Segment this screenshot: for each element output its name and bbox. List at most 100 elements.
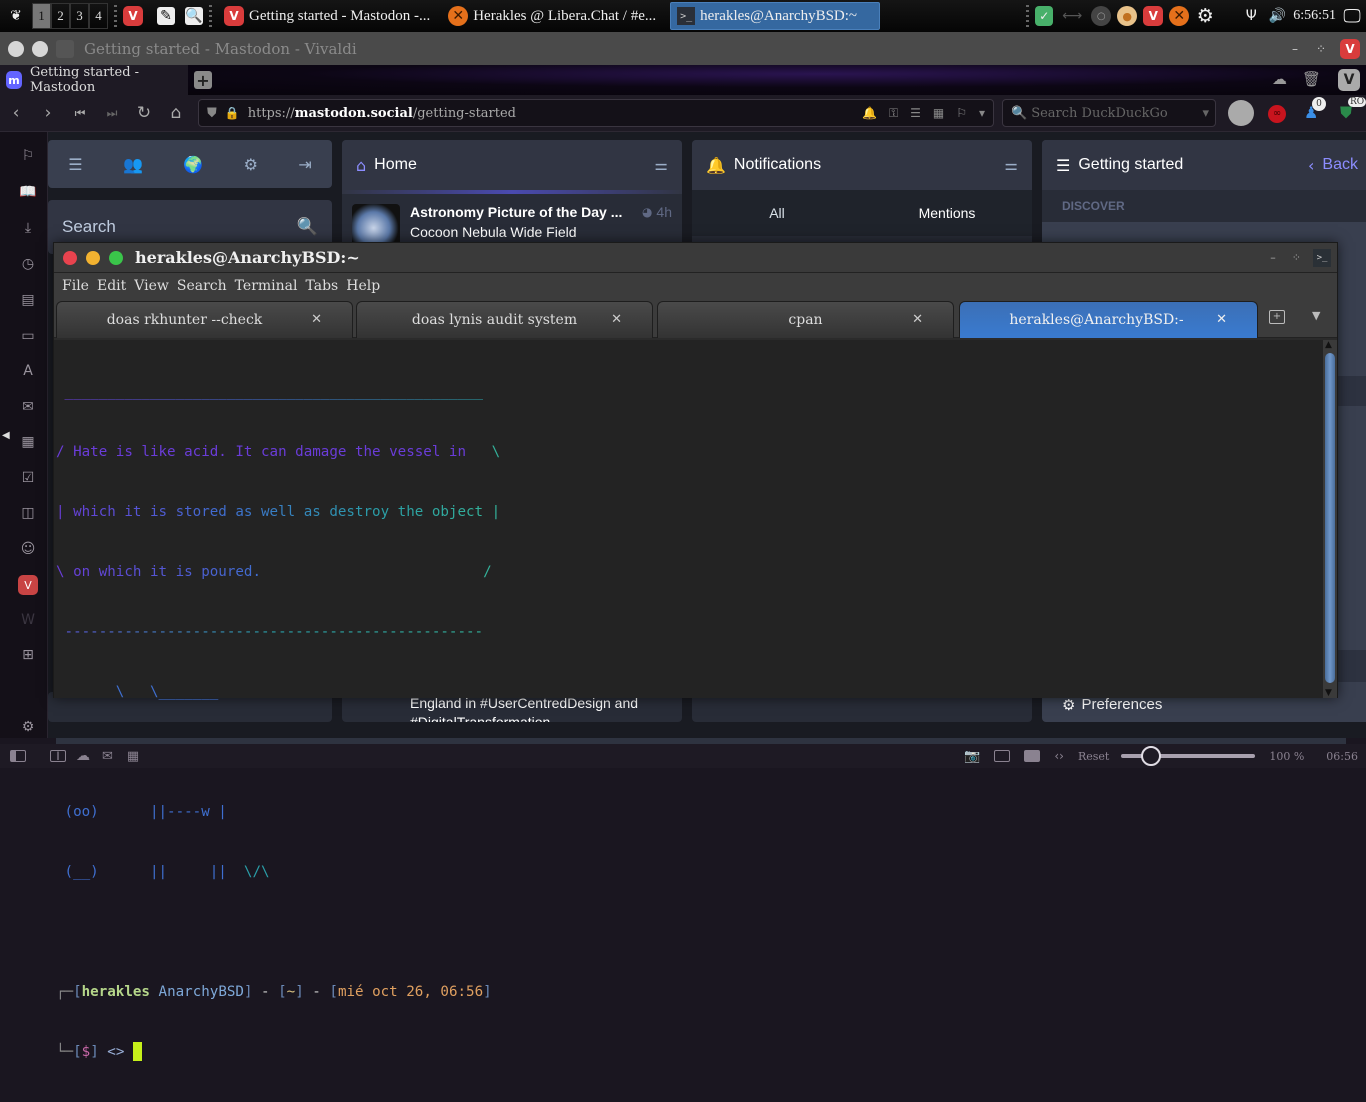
forward-button[interactable]: › — [32, 97, 64, 129]
maximize-icon[interactable]: ⁘ — [1292, 251, 1301, 264]
menu-help[interactable]: Help — [342, 278, 384, 294]
calendar-status-icon[interactable]: ▦ — [127, 749, 139, 764]
show-desktop-icon[interactable]: 🖵 — [1342, 6, 1362, 27]
images-icon[interactable] — [1024, 750, 1041, 762]
dropdown-icon[interactable]: ▾ — [979, 106, 985, 121]
mail-icon[interactable]: ✉ — [18, 397, 38, 417]
back-chevron-icon[interactable]: ‹ — [1308, 156, 1314, 175]
status-time[interactable]: 4h — [656, 204, 672, 220]
search-icon[interactable]: 🔍 — [297, 217, 318, 237]
shield-icon[interactable]: ⛊ — [207, 106, 217, 121]
rewind-button[interactable]: ⏮ — [64, 97, 96, 129]
menu-file[interactable]: File — [58, 278, 93, 294]
panel-toggle-icon[interactable] — [10, 750, 26, 762]
column-settings-icon[interactable]: ⚌ — [655, 156, 668, 174]
extension-red-icon[interactable]: ∞ — [1268, 105, 1286, 123]
record-icon[interactable]: ○ — [1091, 6, 1112, 26]
close-tab-icon[interactable]: ✕ — [311, 312, 322, 327]
notification-bell-icon[interactable]: 🔔 — [862, 106, 877, 121]
terminal-tab[interactable]: doas rkhunter --check ✕ — [56, 301, 353, 338]
network-arrows-icon[interactable]: ⟷ — [1059, 6, 1085, 26]
bulb-icon[interactable]: ● — [1117, 6, 1138, 26]
capture-icon[interactable]: 📷 — [964, 749, 980, 764]
url-field[interactable]: ⛊ 🔒 https://mastodon.social/getting-star… — [198, 99, 994, 127]
workspace-3[interactable]: 3 — [70, 3, 89, 29]
wikipedia-icon[interactable]: W — [18, 610, 38, 630]
vivaldi-launcher-icon[interactable]: V — [123, 6, 143, 26]
new-tab-button[interactable]: + — [194, 71, 212, 90]
shield-check-icon[interactable]: ✓ — [1035, 6, 1054, 26]
workspace-1[interactable]: 1 — [32, 3, 51, 29]
volume-icon[interactable]: 🔊 — [1267, 6, 1287, 26]
zoom-slider-thumb[interactable] — [1140, 746, 1161, 766]
zoom-reset-button[interactable]: Reset — [1078, 750, 1109, 763]
task-vivaldi[interactable]: V Getting started - Mastodon -... — [218, 2, 436, 30]
chevron-down-icon[interactable]: ▾ — [1202, 106, 1209, 121]
menu-icon[interactable]: ☰ — [68, 155, 82, 174]
tab-list-dropdown-icon[interactable]: ▼ — [1312, 309, 1320, 322]
maximize-button[interactable] — [109, 250, 123, 265]
vivaldi-menu-icon[interactable]: V — [1340, 38, 1360, 59]
gear-icon[interactable]: ⚙ — [1195, 5, 1215, 27]
close-button[interactable] — [63, 250, 77, 265]
feeds-icon[interactable]: ◫ — [18, 503, 38, 523]
search-launcher-icon[interactable]: 🔍 — [185, 7, 203, 25]
terminal-tab[interactable]: doas lynis audit system ✕ — [356, 301, 653, 338]
globe-icon[interactable]: 🌍 — [183, 155, 203, 174]
editor-launcher-icon[interactable]: ✎ — [157, 7, 175, 25]
menu-terminal[interactable]: Terminal — [231, 278, 302, 294]
tasks-icon[interactable]: ☑ — [18, 468, 38, 488]
add-panel-icon[interactable]: ⊞ — [18, 645, 38, 665]
preferences-gear-icon[interactable]: ⚙ — [244, 155, 258, 174]
page-actions-icon[interactable]: ‹› — [1054, 749, 1064, 763]
window-panel-icon[interactable]: ▭ — [18, 326, 38, 346]
home-column-header[interactable]: ⌂ Home ⚌ — [342, 140, 682, 190]
terminal-app-icon[interactable]: >_ — [1313, 248, 1331, 267]
sync-cloud-icon[interactable]: ☁ — [1272, 70, 1287, 88]
contacts-icon[interactable]: ☺ — [18, 539, 38, 559]
app-menu-icon[interactable]: ❦ — [6, 6, 26, 26]
mail-status-icon[interactable]: ✉ — [102, 749, 113, 764]
minimize-icon[interactable]: – — [1270, 251, 1276, 264]
key-icon[interactable]: ⚿ — [889, 106, 898, 121]
home-button[interactable]: ⌂ — [160, 97, 192, 129]
terminal-tab[interactable]: cpan ✕ — [657, 301, 954, 338]
back-button[interactable]: ‹ — [0, 97, 32, 129]
settings-icon[interactable]: ⚙ — [18, 717, 38, 737]
terminal-tab-active[interactable]: herakles@AnarchyBSD:- ✕ — [959, 301, 1258, 338]
history-icon[interactable]: ◷ — [18, 254, 38, 274]
usb-icon[interactable]: Ψ — [1241, 6, 1261, 26]
lock-icon[interactable]: 🔒 — [225, 106, 240, 120]
workspace-4[interactable]: 4 — [89, 3, 108, 29]
hexchat-tray-icon[interactable]: ✕ — [1169, 6, 1190, 26]
terminal-output[interactable]: ________________________________________… — [54, 340, 1324, 1061]
bookmarks-panel-icon[interactable]: ⚐ — [18, 146, 38, 166]
back-button[interactable]: Back — [1322, 156, 1358, 174]
close-tab-icon[interactable]: ✕ — [912, 312, 923, 327]
terminal-scrollbar[interactable]: ▲ ▼ — [1323, 340, 1337, 698]
minimize-button[interactable] — [32, 40, 48, 57]
terminal-titlebar[interactable]: herakles@AnarchyBSD:~ – ⁘ >_ — [54, 243, 1337, 273]
trash-icon[interactable]: 🗑 — [1302, 70, 1321, 88]
new-tab-icon[interactable]: + — [1269, 310, 1285, 324]
scroll-down-arrow[interactable]: ▼ — [1325, 688, 1332, 698]
task-terminal[interactable]: >_ herakles@AnarchyBSD:~ — [670, 2, 881, 30]
profile-avatar[interactable] — [1228, 100, 1254, 126]
fast-forward-button[interactable]: ⏭ — [96, 97, 128, 129]
column-settings-icon[interactable]: ⚌ — [1005, 156, 1018, 174]
logout-icon[interactable]: ⇥ — [298, 155, 311, 174]
people-icon[interactable]: 👥 — [123, 155, 143, 174]
sync-cloud-icon[interactable]: ☁ — [76, 748, 90, 764]
maximize-icon[interactable]: ⁘ — [1316, 42, 1326, 56]
scrollbar-thumb[interactable] — [1325, 353, 1335, 683]
menu-edit[interactable]: Edit — [93, 278, 130, 294]
status-author[interactable]: Astronomy Picture of the Day ... — [410, 204, 622, 220]
bookmark-icon[interactable]: ⚐ — [956, 106, 967, 121]
calendar-icon[interactable]: ▦ — [18, 432, 38, 452]
page-tiling-icon[interactable] — [994, 750, 1011, 762]
scroll-up-arrow[interactable]: ▲ — [1325, 340, 1332, 350]
zoom-slider[interactable] — [1121, 746, 1256, 766]
close-tab-icon[interactable]: ✕ — [611, 312, 622, 327]
reload-button[interactable]: ↻ — [128, 97, 160, 129]
reader-view-icon[interactable]: ☰ — [910, 106, 921, 121]
